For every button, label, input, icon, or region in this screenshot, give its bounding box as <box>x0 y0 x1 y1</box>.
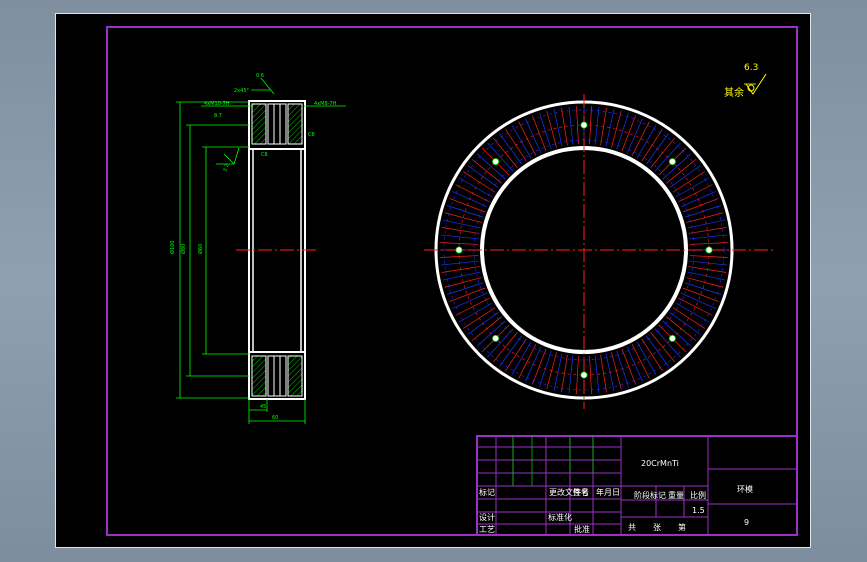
ring-hole-line <box>576 355 579 394</box>
tb-scale-value: 1.5 <box>692 506 705 515</box>
finish-note-label: 其余 <box>724 86 744 99</box>
ring-hole-line <box>443 219 481 229</box>
bolt-hole <box>668 158 676 166</box>
ring-hole-line <box>449 287 486 302</box>
bolt-hole <box>492 158 500 166</box>
ring-hole-line <box>631 121 650 156</box>
tb-col-sign: 签名 <box>573 487 589 497</box>
ring-hole-line <box>446 205 484 218</box>
ring-hole-line <box>605 109 615 147</box>
hatch-top-right <box>287 103 303 145</box>
tb-part-name: 环模 <box>737 484 753 494</box>
dim-width-total: 60 <box>272 415 278 421</box>
bolt-hole <box>668 334 676 342</box>
ring-hole-line <box>680 292 716 309</box>
dim-top-flatness: 0.6 <box>256 73 264 79</box>
ring-hole-line <box>682 287 719 302</box>
dim-od: Ø100 <box>169 241 176 254</box>
ring-hole-line <box>626 118 643 154</box>
finish-note-value: 6.3 <box>744 63 758 73</box>
ring-hole-line <box>611 110 622 148</box>
tb-sheet: 张 <box>653 523 661 532</box>
ring-hole-line <box>455 297 490 316</box>
dim-chamfer: 2x45° <box>234 88 250 94</box>
bolt-hole <box>455 246 463 254</box>
dim-thread-left: 4xM10-7H <box>204 101 230 107</box>
ring-hole-line <box>441 227 480 234</box>
tb-weight: 重量 <box>668 490 684 500</box>
surface-finish-note: 其余 6.3 <box>724 63 767 99</box>
dim-width-small: 45 <box>260 404 266 410</box>
ring-hole-line <box>444 277 482 288</box>
drawing-sheet: Ø100 Ø80 Ø60 45 60 0.6 2x45° 4xM10-7H 8.… <box>55 13 811 548</box>
ring-hole-line <box>561 354 568 393</box>
ring-hole-line <box>452 292 488 309</box>
ring-front-view <box>424 94 776 409</box>
tb-material: 20CrMnTi <box>641 459 679 468</box>
tb-scale: 比例 <box>690 490 706 500</box>
ring-hole-line <box>626 346 643 382</box>
ring-hole-line <box>678 297 713 316</box>
dim-c8-top: C8 <box>308 132 315 138</box>
hatch-top-left <box>251 103 267 145</box>
ring-hole-line <box>561 107 568 146</box>
cad-drawing: Ø100 Ø80 Ø60 45 60 0.6 2x45° 4xM10-7H 8.… <box>106 26 798 536</box>
hatch-bottom-right <box>287 355 303 397</box>
dim-id: Ø60 <box>197 244 204 254</box>
bolt-hole <box>492 334 500 342</box>
tb-approve: 批准 <box>574 524 590 534</box>
ring-hole-line <box>689 242 728 245</box>
dim-c8-inner: C8 <box>261 152 268 158</box>
ring-hole-line <box>446 282 484 295</box>
tb-design: 设计 <box>479 512 495 522</box>
dim-mid: Ø80 <box>180 244 187 254</box>
ring-hole-line <box>518 344 537 379</box>
ring-hole-line <box>631 344 650 379</box>
dim-thread-right: 4xM8-7H <box>314 101 337 107</box>
tb-total: 共 <box>628 523 636 532</box>
tb-standard: 标准化 <box>548 512 572 522</box>
bolt-hole <box>580 121 588 129</box>
tb-col-date: 年月日 <box>596 487 620 497</box>
bolt-hole <box>705 246 713 254</box>
ring-hole-line <box>688 227 727 234</box>
side-section-view: Ø100 Ø80 Ø60 45 60 0.6 2x45° 4xM10-7H 8.… <box>169 73 346 424</box>
tb-process: 工艺 <box>479 525 495 534</box>
tb-mark: 标记 <box>479 487 495 497</box>
ring-hole-line <box>539 112 552 150</box>
ring-hole-line <box>621 115 636 152</box>
tb-stage: 阶段标记 <box>634 490 666 500</box>
ring-hole-line <box>616 112 629 150</box>
ring-hole-line <box>684 282 722 295</box>
tb-page: 第 <box>678 522 686 532</box>
tb-sheet-no: 9 <box>744 518 749 527</box>
ring-hole-line <box>553 109 563 147</box>
bolt-hole <box>580 371 588 379</box>
ring-hole-line <box>444 212 482 223</box>
dim-depth: 8.7 <box>214 113 222 119</box>
ring-hole-line <box>546 110 557 148</box>
title-block: 标记 更改文件号 签名 年月日 设计 标准化 工艺 批准 阶段标记 重量 比例 … <box>476 435 798 536</box>
hatch-bottom-left <box>251 355 267 397</box>
roughness-side: 3.2 <box>222 163 230 173</box>
